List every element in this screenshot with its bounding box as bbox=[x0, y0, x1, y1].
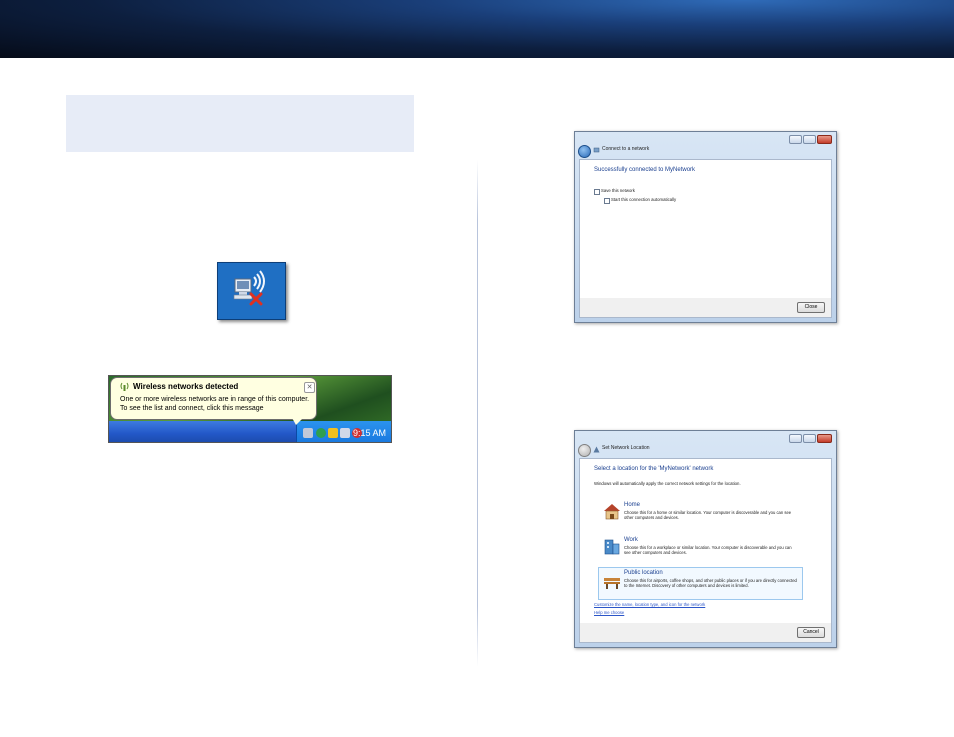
option-public-title: Public location bbox=[624, 570, 663, 576]
cancel-button[interactable]: Cancel bbox=[797, 627, 825, 638]
connect-to-network-window: Connect to a network Successfully connec… bbox=[574, 131, 837, 323]
column-divider bbox=[477, 160, 478, 667]
monitor-tray-icon[interactable] bbox=[340, 428, 350, 438]
balloon-message: One or more wireless networks are in ran… bbox=[120, 396, 310, 413]
balloon-close-button[interactable]: ✕ bbox=[304, 382, 315, 393]
note-box bbox=[66, 95, 414, 152]
security-tray-icon[interactable] bbox=[328, 428, 338, 438]
option-public[interactable]: Public location Choose this for airports… bbox=[598, 567, 803, 600]
wireless-disconnected-icon bbox=[217, 262, 286, 320]
window-content: Select a location for the 'MyNetwork' ne… bbox=[579, 458, 832, 628]
option-home-title: Home bbox=[624, 502, 641, 508]
minimize-button[interactable] bbox=[789, 434, 802, 443]
balloon-message-line2: To see the list and connect, click this … bbox=[120, 404, 264, 412]
office-building-icon bbox=[604, 539, 620, 555]
xp-notification-screenshot: 9:15 AM Wireless networks detected ✕ One… bbox=[108, 375, 392, 443]
minimize-button[interactable] bbox=[789, 135, 802, 144]
wireless-signal-icon bbox=[120, 382, 129, 391]
balloon-tail bbox=[291, 416, 305, 425]
save-network-checkbox[interactable] bbox=[594, 189, 600, 195]
window-content: Successfully connected to MyNetwork Save… bbox=[579, 159, 832, 303]
close-button[interactable]: Close bbox=[797, 302, 825, 313]
header-banner bbox=[0, 0, 954, 58]
xp-system-tray: 9:15 AM bbox=[296, 421, 391, 442]
balloon-title: Wireless networks detected bbox=[133, 382, 239, 391]
start-automatically-label: Start this connection automatically bbox=[611, 197, 677, 202]
window-title: Connect to a network bbox=[602, 146, 650, 152]
network-location-icon bbox=[593, 446, 600, 453]
network-icon bbox=[593, 147, 600, 153]
success-heading: Successfully connected to MyNetwork bbox=[594, 167, 696, 173]
save-network-label: Save this network bbox=[601, 188, 635, 193]
wireless-disconnected-graphic bbox=[233, 270, 265, 306]
home-icon bbox=[604, 504, 620, 520]
balloon-message-line1: One or more wireless networks are in ran… bbox=[120, 396, 310, 403]
set-network-location-window: Set Network Location Select a location f… bbox=[574, 430, 837, 648]
window-header: Set Network Location bbox=[575, 443, 836, 458]
customize-network-link[interactable]: Customize the name, location type, and i… bbox=[594, 602, 705, 607]
help-me-choose-link[interactable]: Help me choose bbox=[594, 610, 624, 615]
maximize-button[interactable] bbox=[803, 434, 816, 443]
location-subtext: Windows will automatically apply the cor… bbox=[594, 481, 741, 486]
option-work-title: Work bbox=[624, 537, 638, 543]
window-footer: Close bbox=[579, 298, 832, 318]
back-arrow-icon[interactable] bbox=[578, 145, 591, 158]
option-home-desc: Choose this for a home or similar locati… bbox=[624, 510, 792, 521]
clock: 9:15 AM bbox=[352, 428, 386, 438]
window-close-button[interactable] bbox=[817, 434, 832, 443]
park-bench-icon bbox=[604, 578, 620, 589]
window-header: Connect to a network bbox=[575, 144, 836, 159]
location-heading: Select a location for the 'MyNetwork' ne… bbox=[594, 466, 714, 472]
start-automatically-checkbox[interactable] bbox=[604, 198, 610, 204]
shield-tray-icon[interactable] bbox=[316, 428, 326, 438]
option-public-desc: Choose this for airports, coffee shops, … bbox=[624, 578, 797, 589]
window-title: Set Network Location bbox=[602, 445, 650, 451]
network-tray-icon[interactable] bbox=[303, 428, 313, 438]
window-controls bbox=[789, 135, 832, 144]
maximize-button[interactable] bbox=[803, 135, 816, 144]
window-controls bbox=[789, 434, 832, 443]
window-close-button[interactable] bbox=[817, 135, 832, 144]
notification-balloon[interactable]: Wireless networks detected ✕ One or more… bbox=[110, 377, 317, 420]
option-work-desc: Choose this for a workplace or similar l… bbox=[624, 545, 792, 556]
back-arrow-icon bbox=[578, 444, 591, 457]
window-footer: Cancel bbox=[579, 623, 832, 643]
